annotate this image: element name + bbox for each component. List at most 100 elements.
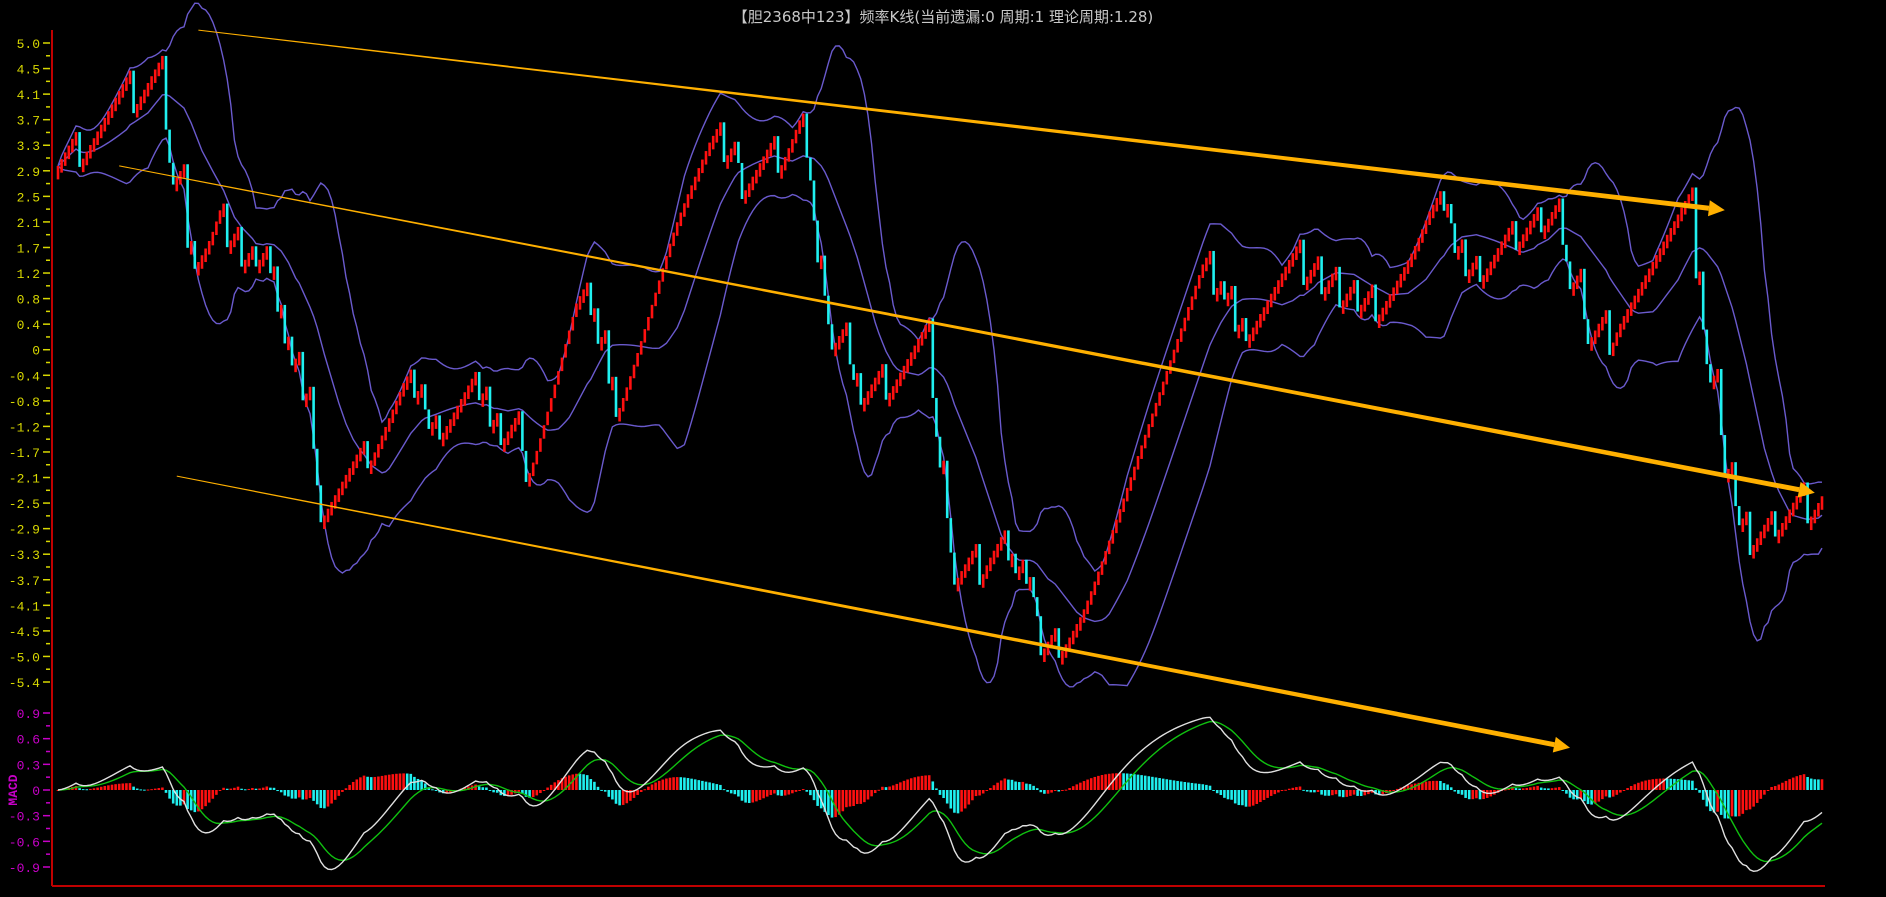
up-bar: [337, 488, 341, 502]
macd-histogram-bar: [1536, 785, 1539, 790]
up-bar: [1460, 239, 1464, 253]
y-tick-label: 1.7: [17, 241, 40, 256]
up-bar: [1784, 516, 1788, 530]
up-bar: [1716, 368, 1719, 383]
macd-histogram-bar: [1521, 788, 1525, 790]
macd-histogram-bar: [1241, 790, 1244, 806]
macd-histogram-bar: [402, 773, 405, 790]
up-bar: [391, 409, 395, 424]
up-bar: [1417, 237, 1421, 252]
macd-histogram-bar: [1075, 784, 1079, 790]
macd-histogram-bar: [711, 783, 715, 790]
up-bar: [1500, 241, 1503, 255]
up-bar: [992, 550, 996, 565]
macd-histogram-bar: [1201, 784, 1205, 790]
macd-histogram-bar: [517, 790, 521, 792]
down-bar: [1583, 268, 1586, 320]
down-bar: [312, 386, 315, 449]
trend-line: [198, 29, 1710, 211]
macd-histogram-bar: [254, 788, 258, 790]
macd-histogram-bar: [722, 789, 726, 791]
macd-histogram-bar: [693, 779, 697, 790]
down-bar: [290, 336, 294, 366]
up-bar: [794, 129, 798, 144]
up-bar: [197, 262, 200, 276]
macd-histogram-bar: [1453, 790, 1457, 792]
macd-histogram-bar: [261, 787, 265, 790]
up-bar: [960, 571, 963, 585]
macd-histogram-bar: [935, 788, 938, 790]
up-bar: [1752, 545, 1755, 559]
down-bar: [931, 318, 935, 398]
up-bar: [1071, 630, 1075, 645]
y-tick-label: 3.3: [17, 139, 40, 154]
up-bar: [755, 169, 758, 184]
down-bar: [978, 544, 981, 585]
macd-histogram-bar: [1251, 790, 1255, 806]
macd-histogram-bar: [1226, 790, 1230, 800]
macd-histogram-bar: [297, 790, 301, 798]
up-bar: [503, 438, 506, 452]
macd-histogram-bar: [96, 787, 99, 790]
up-bar: [1410, 253, 1413, 268]
macd-histogram-bar: [1647, 779, 1651, 790]
macd-histogram-bar: [1590, 790, 1593, 805]
down-bar: [953, 552, 956, 585]
macd-histogram-bar: [1471, 790, 1475, 800]
up-bar: [420, 384, 423, 398]
up-bar: [618, 407, 621, 422]
macd-histogram-bar: [290, 790, 294, 799]
up-bar: [1115, 519, 1118, 534]
up-bar: [1190, 296, 1194, 310]
macd-histogram-bar: [1017, 782, 1021, 790]
macd-histogram-bar: [614, 790, 618, 804]
macd-histogram-bar: [1424, 781, 1428, 790]
macd-histogram-bar: [319, 790, 323, 808]
up-bar: [513, 418, 517, 432]
up-bar: [582, 289, 585, 303]
macd-histogram-bar: [582, 774, 585, 790]
macd-histogram-bar: [1770, 786, 1773, 790]
macd-histogram-bar: [794, 790, 798, 792]
macd-histogram-bar: [708, 782, 711, 790]
up-bar: [1381, 307, 1385, 322]
up-bar: [1082, 609, 1086, 623]
up-bar: [1262, 307, 1266, 321]
up-bar: [683, 203, 686, 217]
up-bar: [287, 336, 290, 351]
macd-histogram-bar: [1464, 790, 1467, 798]
up-bar: [1287, 259, 1291, 274]
macd-histogram-bar: [567, 775, 571, 790]
up-bar: [485, 386, 488, 401]
down-bar: [1709, 364, 1712, 383]
up-bar: [1493, 254, 1496, 269]
macd-histogram-bar: [1057, 790, 1061, 792]
up-bar: [243, 259, 247, 274]
up-bar: [773, 136, 776, 150]
down-bar: [1568, 261, 1572, 290]
macd-histogram-bar: [305, 790, 308, 800]
macd-histogram-bar: [650, 784, 654, 790]
up-bar: [63, 152, 67, 166]
macd-histogram-bar: [899, 782, 902, 790]
up-bar: [467, 385, 470, 399]
macd-histogram-bar: [1352, 790, 1356, 795]
macd-histogram-bar: [1262, 790, 1266, 800]
macd-histogram-bar: [690, 778, 693, 790]
down-bar: [78, 132, 81, 167]
up-bar: [1341, 300, 1345, 314]
macd-histogram-bar: [1140, 775, 1143, 790]
macd-histogram-bar: [974, 790, 978, 797]
down-bar: [276, 266, 279, 312]
up-bar: [798, 120, 801, 134]
macd-histogram-bar: [647, 786, 650, 790]
up-bar: [1377, 314, 1381, 328]
macd-histogram-bar: [1244, 790, 1248, 807]
macd-histogram-bar: [377, 776, 380, 790]
up-bar: [1619, 323, 1622, 338]
macd-histogram-bar: [881, 786, 884, 790]
macd-histogram-bar: [578, 773, 582, 790]
up-bar: [906, 359, 909, 373]
up-bar: [654, 292, 657, 307]
down-bar: [589, 282, 593, 316]
